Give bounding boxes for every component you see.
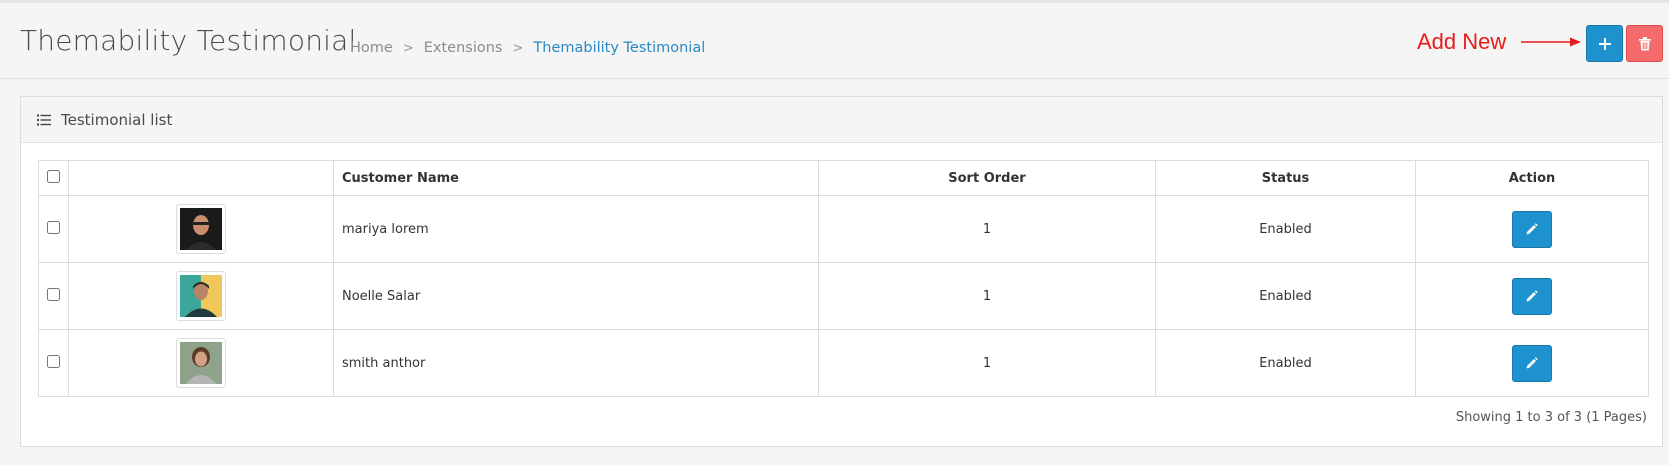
- delete-button[interactable]: [1626, 25, 1663, 62]
- edit-button[interactable]: [1512, 210, 1552, 248]
- customer-photo-icon: [180, 342, 222, 384]
- edit-button[interactable]: [1512, 277, 1552, 315]
- pencil-icon: [1526, 290, 1538, 302]
- breadcrumb: Home > Extensions > Themability Testimon…: [350, 40, 705, 56]
- row-select-cell: [38, 195, 69, 263]
- panel-title: Testimonial list: [61, 110, 173, 129]
- avatar-cell: [68, 262, 334, 330]
- annotation-arrow-icon: [1521, 37, 1581, 47]
- row-select-cell: [38, 329, 69, 397]
- testimonial-panel: Testimonial list Customer Name Sort Orde…: [20, 96, 1663, 447]
- testimonial-table: Customer Name Sort Order Status Action m…: [38, 160, 1649, 397]
- customer-photo-icon: [180, 208, 222, 250]
- avatar: [176, 338, 226, 388]
- chevron-right-icon: >: [512, 40, 524, 56]
- action-header: Action: [1415, 160, 1649, 196]
- avatar-cell: [68, 195, 334, 263]
- status-cell: Enabled: [1155, 329, 1416, 397]
- table-row: mariya lorem 1 Enabled: [38, 195, 1649, 263]
- pencil-icon: [1526, 357, 1538, 369]
- action-cell: [1415, 195, 1649, 263]
- action-cell: [1415, 262, 1649, 330]
- page-header: Themability Testimonial Home > Extension…: [0, 3, 1669, 79]
- customer-name-cell: Noelle Salar: [333, 262, 819, 330]
- row-checkbox[interactable]: [47, 287, 60, 301]
- pagination-summary: Showing 1 to 3 of 3 (1 Pages): [1455, 410, 1647, 425]
- trash-icon: [1638, 36, 1651, 50]
- table-row: Noelle Salar 1 Enabled: [38, 262, 1649, 330]
- panel-heading: Testimonial list: [21, 97, 1662, 143]
- customer-photo-icon: [180, 275, 222, 317]
- page-title: Themability Testimonial: [20, 24, 357, 57]
- sort-order-header[interactable]: Sort Order: [818, 160, 1156, 196]
- sort-order-cell: 1: [818, 262, 1156, 330]
- chevron-right-icon: >: [402, 40, 414, 56]
- avatar: [176, 271, 226, 321]
- sort-order-cell: 1: [818, 195, 1156, 263]
- sort-order-cell: 1: [818, 329, 1156, 397]
- add-new-button[interactable]: [1586, 25, 1623, 62]
- breadcrumb-extensions[interactable]: Extensions: [424, 40, 503, 56]
- select-all-checkbox[interactable]: [47, 169, 60, 183]
- customer-name-cell: mariya lorem: [333, 195, 819, 263]
- add-new-annotation: Add New: [1417, 29, 1507, 54]
- breadcrumb-home[interactable]: Home: [350, 40, 393, 56]
- customer-name-cell: smith anthor: [333, 329, 819, 397]
- status-cell: Enabled: [1155, 195, 1416, 263]
- plus-icon: [1598, 37, 1611, 50]
- list-icon: [37, 114, 51, 125]
- status-cell: Enabled: [1155, 262, 1416, 330]
- row-checkbox[interactable]: [47, 354, 60, 368]
- image-column-header: [68, 160, 334, 196]
- pencil-icon: [1526, 223, 1538, 235]
- avatar-cell: [68, 329, 334, 397]
- table-row: smith anthor 1 Enabled: [38, 329, 1649, 397]
- row-select-cell: [38, 262, 69, 330]
- breadcrumb-current[interactable]: Themability Testimonial: [533, 40, 705, 56]
- edit-button[interactable]: [1512, 344, 1552, 382]
- avatar: [176, 204, 226, 254]
- action-cell: [1415, 329, 1649, 397]
- select-all-header: [38, 160, 69, 196]
- customer-name-header[interactable]: Customer Name: [333, 160, 819, 196]
- row-checkbox[interactable]: [47, 220, 60, 234]
- table-header-row: Customer Name Sort Order Status Action: [38, 160, 1649, 196]
- status-header[interactable]: Status: [1155, 160, 1416, 196]
